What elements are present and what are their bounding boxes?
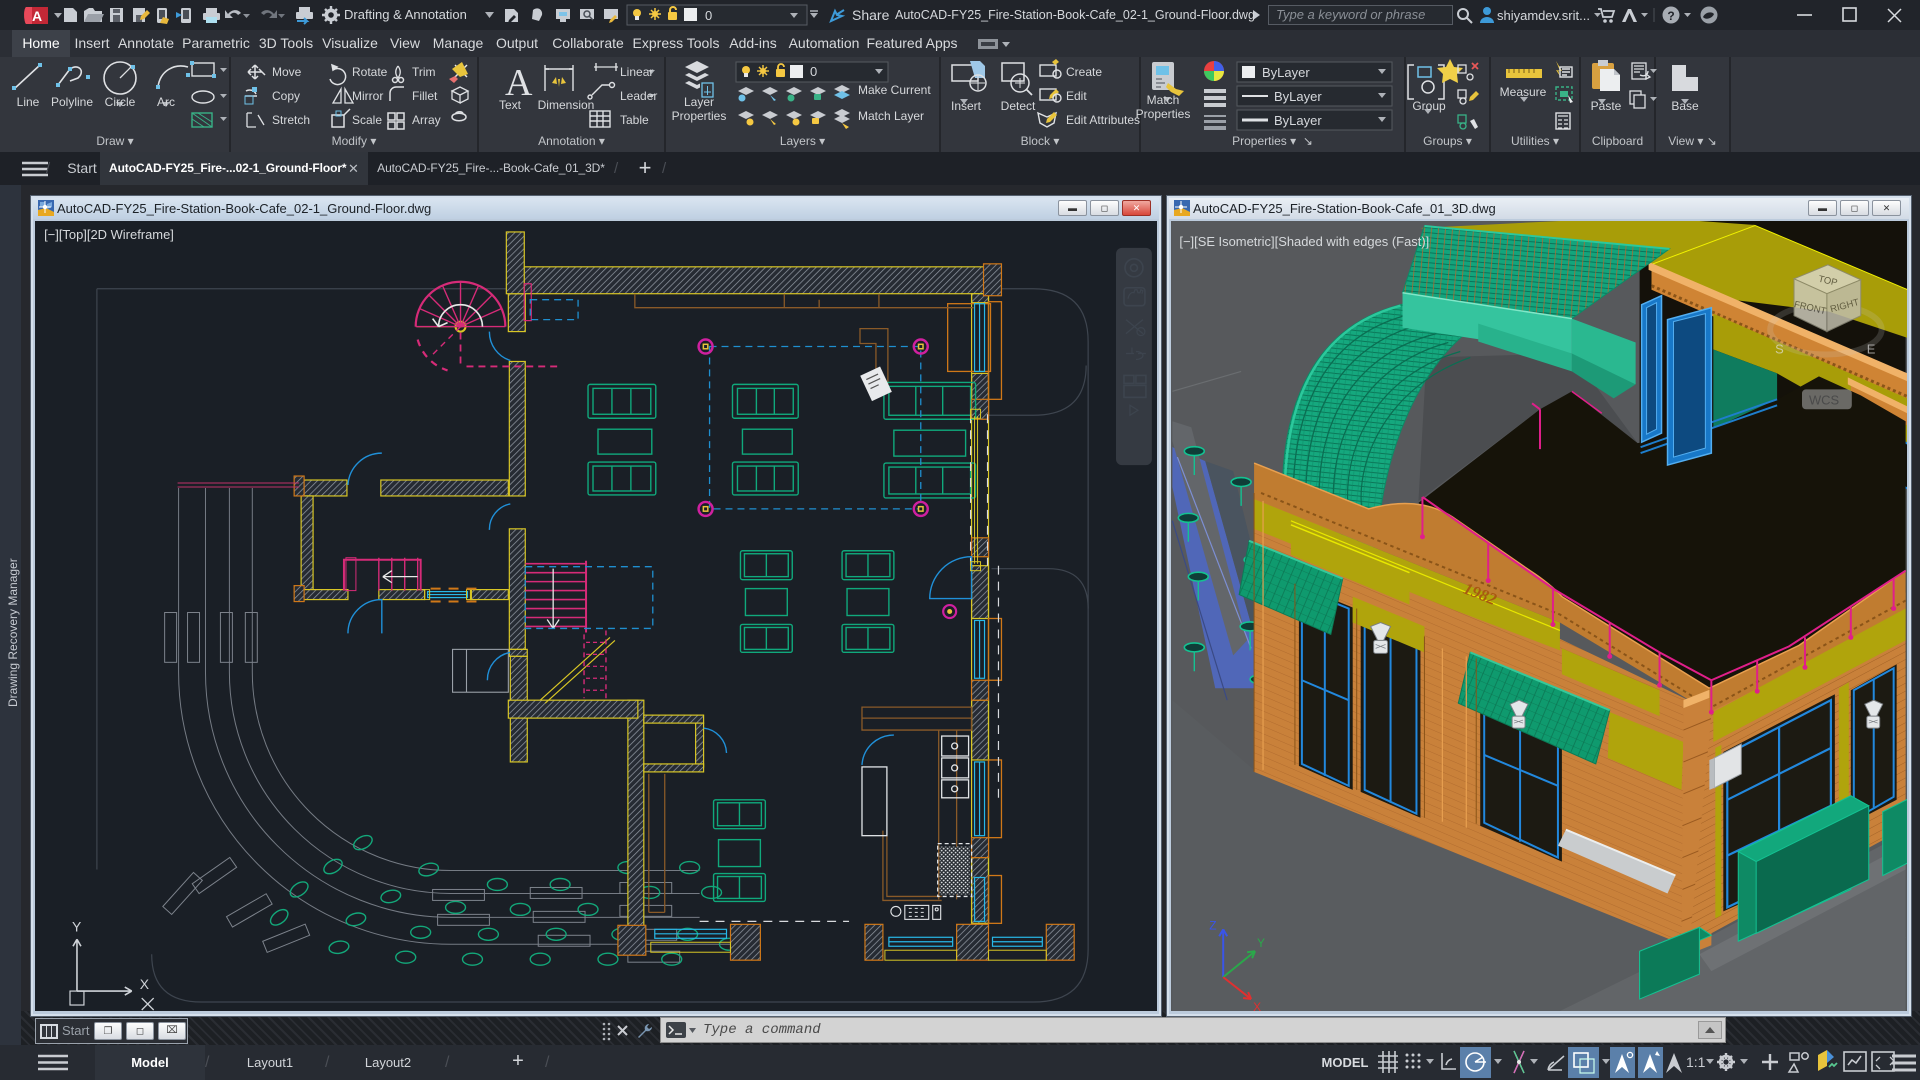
svg-text:Share: Share <box>852 7 890 23</box>
svg-text:[−][SE Isometric][Shaded with: [−][SE Isometric][Shaded with edges (Fas… <box>1179 234 1429 249</box>
svg-text:?: ? <box>1667 9 1674 23</box>
svg-text:0: 0 <box>810 64 817 79</box>
svg-text:WCS: WCS <box>1809 392 1840 407</box>
svg-text:[−][Top][2D Wireframe]: [−][Top][2D Wireframe] <box>44 227 174 242</box>
svg-text:Z: Z <box>1209 918 1216 932</box>
svg-text:A: A <box>32 8 42 24</box>
svg-text:S: S <box>1775 341 1784 356</box>
svg-text:ByLayer: ByLayer <box>1274 113 1322 128</box>
svg-text:ByLayer: ByLayer <box>1274 89 1322 104</box>
svg-text:0: 0 <box>705 8 712 23</box>
svg-text:X: X <box>140 976 149 992</box>
svg-text:shiyamdev.srit...: shiyamdev.srit... <box>1497 8 1590 23</box>
svg-text:ByLayer: ByLayer <box>1262 65 1310 80</box>
svg-text:E: E <box>1867 341 1876 356</box>
svg-text:Y: Y <box>1257 936 1265 950</box>
svg-text:1:1: 1:1 <box>1686 1054 1706 1070</box>
svg-text:X: X <box>1253 1000 1261 1011</box>
svg-text:Y: Y <box>72 918 81 934</box>
